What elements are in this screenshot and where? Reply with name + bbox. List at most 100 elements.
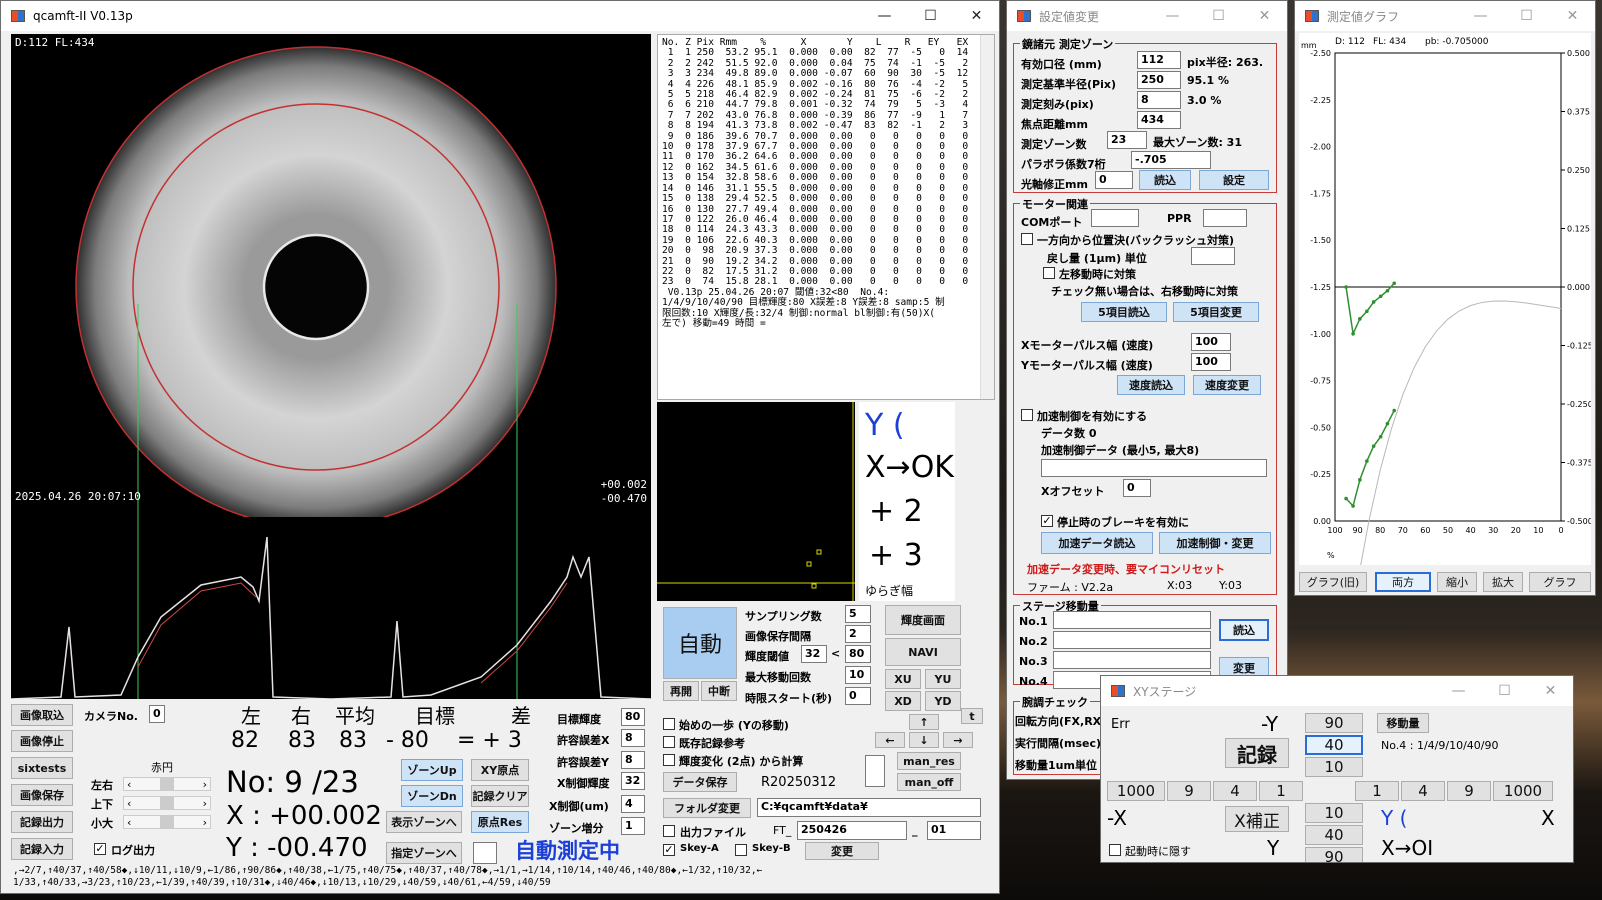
stage-read-button[interactable]: 読込: [1219, 619, 1269, 641]
stage-no2-input[interactable]: [1053, 631, 1211, 649]
xy-plus-x4-button[interactable]: 4: [1401, 781, 1445, 801]
bright-change-checkbox[interactable]: [663, 754, 675, 766]
xy-origin-button[interactable]: XY原点: [471, 759, 529, 781]
first-step-checkbox[interactable]: [663, 718, 675, 730]
accel-checkbox[interactable]: [1021, 409, 1033, 421]
zone-input[interactable]: [473, 842, 497, 864]
graph-minimize-icon[interactable]: —: [1458, 1, 1503, 31]
graph-old-button[interactable]: グラフ(旧): [1299, 572, 1367, 592]
zones-input[interactable]: 23: [1107, 131, 1147, 149]
up-button[interactable]: ↑: [909, 714, 939, 730]
xy-plus-x1-button[interactable]: 1: [1355, 781, 1399, 801]
speed-change-button[interactable]: 速度変更: [1193, 375, 1261, 395]
brake-checkbox[interactable]: ✓: [1041, 515, 1053, 527]
thresh2-input[interactable]: 80: [845, 645, 871, 663]
xy-maximize-icon[interactable]: ☐: [1482, 676, 1527, 706]
target-bright-input[interactable]: 80: [621, 708, 645, 726]
settings-maximize-icon[interactable]: ☐: [1196, 1, 1241, 31]
sixtests-button[interactable]: sixtests: [11, 757, 73, 779]
left-move-checkbox[interactable]: [1043, 267, 1055, 279]
xy-minimize-icon[interactable]: —: [1436, 676, 1481, 706]
max-move-input[interactable]: 10: [845, 666, 871, 684]
record-input-button[interactable]: 記録入力: [11, 838, 73, 860]
focal-input[interactable]: 434: [1137, 111, 1181, 129]
save-image-button[interactable]: 画像保存: [11, 784, 73, 806]
ft-suffix-input[interactable]: 01: [927, 821, 981, 840]
down-button[interactable]: ↓: [909, 732, 939, 748]
record-clear-button[interactable]: 記録クリア: [471, 785, 529, 807]
graph-titlebar[interactable]: 測定値グラフ — ☐ ✕: [1295, 1, 1595, 31]
t-button[interactable]: t: [961, 708, 983, 724]
folder-path-input[interactable]: C:¥qcamft¥data¥: [757, 798, 981, 817]
x-ctrl-um-input[interactable]: 4: [621, 795, 645, 813]
zone-down-button[interactable]: ゾーンDn: [401, 785, 463, 807]
accel-change-button[interactable]: 加速制御・変更: [1159, 532, 1271, 554]
aperture-input[interactable]: 112: [1137, 51, 1181, 69]
manual-box[interactable]: [865, 755, 885, 787]
capture-button[interactable]: 画像取込: [11, 704, 73, 726]
log-output-checkbox[interactable]: ✓: [94, 843, 106, 855]
graph-shrink-button[interactable]: 縮小: [1437, 572, 1477, 592]
pause-button[interactable]: 中断: [701, 681, 737, 701]
zone-inc-input[interactable]: 1: [621, 817, 645, 835]
tol-x-input[interactable]: 8: [621, 729, 645, 747]
maximize-icon[interactable]: ☐: [908, 1, 953, 31]
auto-button[interactable]: 自動: [663, 607, 737, 679]
man-off-button[interactable]: man_off: [897, 773, 961, 791]
sm-slider[interactable]: ‹ ›: [123, 815, 211, 829]
return-input[interactable]: [1191, 247, 1235, 265]
yu-button[interactable]: YU: [925, 669, 961, 689]
graph-both-button[interactable]: 両方: [1375, 572, 1431, 592]
navi-button[interactable]: NAVI: [885, 638, 961, 666]
data-save-button[interactable]: データ保存: [663, 772, 737, 792]
ft-input[interactable]: 250426: [797, 821, 907, 840]
accel-data-input[interactable]: [1041, 459, 1267, 477]
xy-xcorr-button[interactable]: X補正: [1225, 806, 1289, 832]
xy-plus-x1000-button[interactable]: 1000: [1493, 781, 1553, 801]
folder-change-button[interactable]: フォルダ変更: [663, 798, 751, 818]
xy-minus-x1000-button[interactable]: 1000: [1107, 781, 1165, 801]
ypulse-input[interactable]: 100: [1191, 353, 1231, 371]
five-change-button[interactable]: 5項目変更: [1173, 302, 1259, 322]
xy-plus-x9-button[interactable]: 9: [1447, 781, 1491, 801]
xd-button[interactable]: XD: [885, 691, 921, 711]
left-button[interactable]: ←: [875, 732, 905, 748]
ud-slider[interactable]: ‹ ›: [123, 796, 211, 810]
graph-maximize-icon[interactable]: ☐: [1504, 1, 1549, 31]
xy-close-icon[interactable]: ✕: [1528, 676, 1573, 706]
delay-input[interactable]: 0: [845, 687, 871, 705]
man-res-button[interactable]: man_res: [897, 752, 961, 770]
close-icon[interactable]: ✕: [954, 1, 999, 31]
minimize-icon[interactable]: —: [862, 1, 907, 31]
right-button[interactable]: →: [943, 732, 973, 748]
mirror-read-button[interactable]: 読込: [1139, 170, 1191, 190]
xy-minus-y10-button[interactable]: 10: [1305, 757, 1363, 777]
resume-button[interactable]: 再開: [663, 681, 699, 701]
speed-read-button[interactable]: 速度読込: [1117, 375, 1185, 395]
xy-titlebar[interactable]: XYステージ — ☐ ✕: [1101, 676, 1573, 706]
accel-read-button[interactable]: 加速データ読込: [1041, 532, 1153, 554]
camera-no-input[interactable]: 0: [149, 705, 165, 723]
graph-graph-button[interactable]: グラフ: [1529, 572, 1591, 592]
sampling-input[interactable]: 5: [845, 605, 871, 623]
optaxis-input[interactable]: 0: [1095, 171, 1133, 189]
yd-button[interactable]: YD: [925, 691, 961, 711]
display-zone-button[interactable]: 表示ゾーンへ: [386, 811, 462, 833]
xy-minus-y90-button[interactable]: 90: [1305, 713, 1363, 733]
parabola-input[interactable]: -.705: [1131, 151, 1211, 169]
zone-up-button[interactable]: ゾーンUp: [401, 759, 463, 781]
settings-titlebar[interactable]: 設定値変更 — ☐ ✕: [1007, 1, 1287, 31]
x-ctrl-bright-input[interactable]: 32: [621, 772, 645, 790]
record-output-button[interactable]: 記録出力: [11, 811, 73, 833]
step-input[interactable]: 8: [1137, 91, 1181, 109]
stage-no3-input[interactable]: [1053, 651, 1211, 669]
specified-zone-button[interactable]: 指定ゾーンへ: [386, 842, 462, 864]
main-titlebar[interactable]: qcamft-II V0.13p — ☐ ✕: [1, 1, 999, 31]
xy-amount-button[interactable]: 移動量: [1377, 713, 1429, 733]
five-read-button[interactable]: 5項目読込: [1081, 302, 1167, 322]
skey-a-checkbox[interactable]: ✓: [663, 844, 675, 856]
xy-minus-x4-button[interactable]: 4: [1213, 781, 1257, 801]
mirror-set-button[interactable]: 設定: [1199, 170, 1269, 190]
table-scrollbar[interactable]: [980, 35, 994, 399]
xpulse-input[interactable]: 100: [1191, 333, 1231, 351]
